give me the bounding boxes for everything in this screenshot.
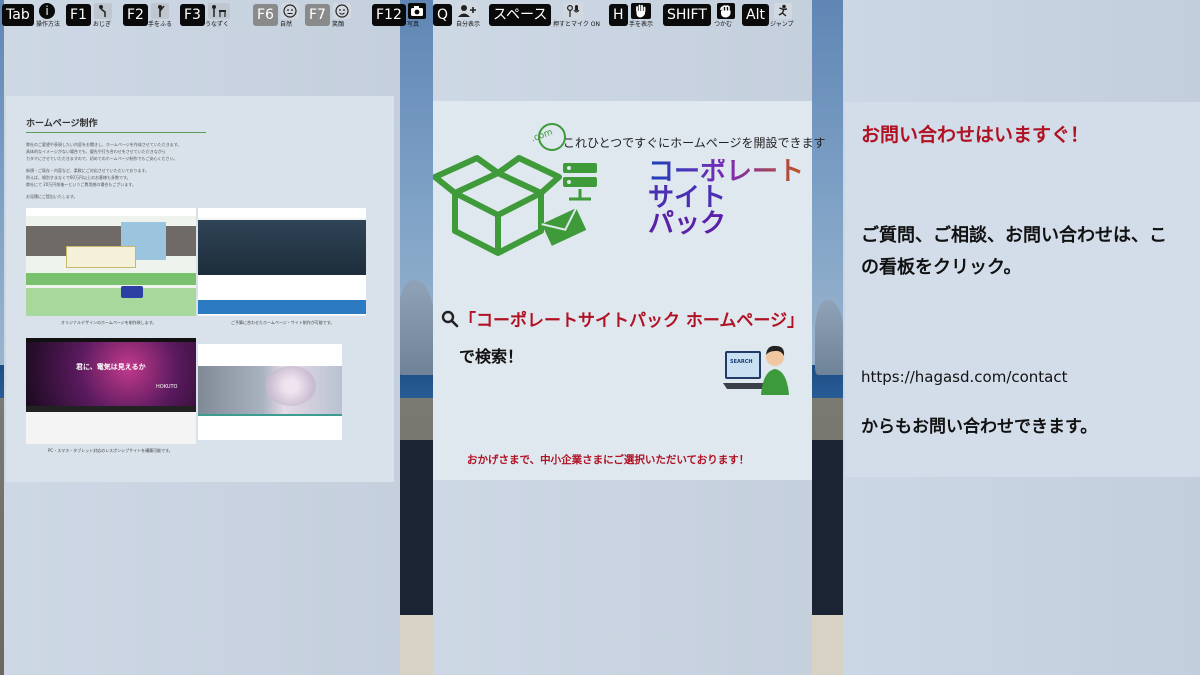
key-q: Q	[433, 4, 453, 26]
description-line: 弊社にて 20万円前後〜というご費用感の場合もございます。	[26, 182, 136, 187]
sample-site-screenshot	[26, 208, 196, 316]
key-f6: F6	[253, 4, 278, 26]
sample-site-screenshot	[198, 344, 342, 440]
contact-board[interactable]: お問い合わせはいますぐ！ ご質問、ご相談、お問い合わせは、この看板をクリック。 …	[845, 102, 1200, 477]
key-f2: F2	[123, 4, 148, 26]
magnifier-icon	[441, 310, 459, 327]
description-line: カタチにさせていただきますので、初めてのホームページ制作でもご安心ください。	[26, 156, 178, 161]
contact-instructions: ご質問、ご相談、お問い合わせは、この看板をクリック。	[861, 225, 1167, 278]
sample-site-screenshot: 君に、電気は見えるか HOKUTO	[26, 338, 196, 444]
dark-slab	[812, 440, 843, 615]
hint-label: 自分表示	[456, 21, 481, 28]
screenshot-caption: PC・スマホ・タブレット対応のレスポンシブサイトを構築可能です。	[48, 448, 173, 453]
key-f3: F3	[180, 4, 205, 26]
hint-label: おじぎ	[93, 21, 112, 28]
key-f12: F12	[372, 4, 406, 26]
sample-site-screenshot	[198, 208, 366, 316]
person-add-icon	[456, 3, 478, 19]
corporate-site-pack-board[interactable]: .com これひとつですぐにホームページを開設できます コーポレート サイト パ…	[433, 101, 826, 480]
jump-icon	[774, 3, 792, 19]
bow-icon	[94, 3, 112, 19]
person-laptop-illustration	[723, 345, 789, 395]
floor-tile	[812, 615, 843, 675]
dark-slab	[400, 440, 433, 615]
grab-icon	[717, 3, 735, 19]
hint-label: うなずく	[205, 21, 230, 28]
screenshot-caption: ご予算に合わせたホームページ・サイト制作が可能です。	[231, 320, 335, 325]
hint-label: ジャンプ	[770, 21, 794, 28]
hand-icon	[631, 3, 651, 19]
tagline: これひとつですぐにホームページを開設できます	[563, 136, 826, 150]
key-f7: F7	[305, 4, 330, 26]
hint-label: 手をふる	[148, 21, 173, 28]
product-name-line: コーポレート	[648, 157, 805, 187]
search-phrase: 「コーポレートサイトパック ホームページ」	[459, 311, 805, 331]
hint-label: 操作方法	[36, 21, 61, 28]
mail-icon	[541, 207, 587, 246]
search-prompt: 「コーポレートサイトパック ホームページ」	[441, 306, 804, 331]
hint-label: 手を表示	[629, 21, 654, 28]
globe-icon	[538, 123, 566, 151]
nod-icon	[208, 3, 230, 19]
key-shift: SHIFT	[663, 4, 711, 26]
hint-label: つかむ	[714, 21, 733, 28]
hint-label: 写真	[407, 21, 420, 28]
hero-text: 君に、電気は見えるか	[76, 363, 146, 371]
key-f1: F1	[66, 4, 91, 26]
key-space: スペース	[489, 4, 552, 26]
mic-icon	[563, 3, 583, 19]
floor-tile	[400, 615, 433, 675]
hint-label: 自然	[280, 21, 293, 28]
product-name: コーポレート サイト パック	[648, 159, 804, 237]
description-line: 例えば、格別すまなくで60万円以上のお客様も多数です。	[26, 175, 131, 180]
screenshot-caption: オリジナルデザインのホームページを制作致します。	[61, 320, 157, 325]
description-line: 弊社のご要望や表現したい内容をお聞きし、ホームページを作成させていただきます。	[26, 142, 182, 147]
hotkey-hud: Tab i 操作方法 F1 おじぎ F2 手をふる F3 うなずく F6 自然 …	[0, 0, 1200, 32]
search-badge: SEARCH	[730, 359, 753, 365]
hint-label: 押すとマイク ON	[553, 21, 600, 28]
key-tab: Tab	[2, 4, 34, 26]
product-name-line: サイト	[648, 183, 727, 213]
product-name-line: パック	[648, 209, 727, 239]
key-h: H	[609, 4, 628, 26]
search-suffix: で検索！	[459, 347, 524, 366]
info-icon: i	[39, 3, 55, 19]
description-line: 新規・ご既存・内容など、柔軟にご対応させていただいております。	[26, 168, 150, 173]
homepage-production-board[interactable]: ホームページ制作 弊社のご要望や表現したい内容をお聞きし、ホームページを作成させ…	[6, 96, 394, 482]
board-title: ホームページ制作	[26, 119, 98, 129]
wave-icon	[151, 3, 169, 19]
hero-logo: HOKUTO	[156, 384, 178, 390]
server-icon	[563, 163, 597, 201]
contact-url[interactable]: https://hagasd.com/contact	[861, 368, 1068, 386]
key-alt: Alt	[742, 4, 769, 26]
smile-face-icon	[333, 3, 351, 19]
description-line: お見積にご提出いたします。	[26, 194, 78, 199]
camera-icon	[408, 3, 426, 19]
title-underline	[26, 132, 206, 133]
description-line: 具体的なイメージがない場合でも、優先や打ち合わせをさせていただきながら	[26, 149, 166, 154]
contact-tail: からもお問い合わせできます。	[861, 417, 1098, 437]
customer-thanks: おかげさまで、中小企業さまにご選択いただいております！	[467, 454, 750, 466]
neutral-face-icon	[281, 3, 299, 19]
hint-label: 笑顔	[332, 21, 345, 28]
contact-heading: お問い合わせはいますぐ！	[861, 124, 1090, 146]
